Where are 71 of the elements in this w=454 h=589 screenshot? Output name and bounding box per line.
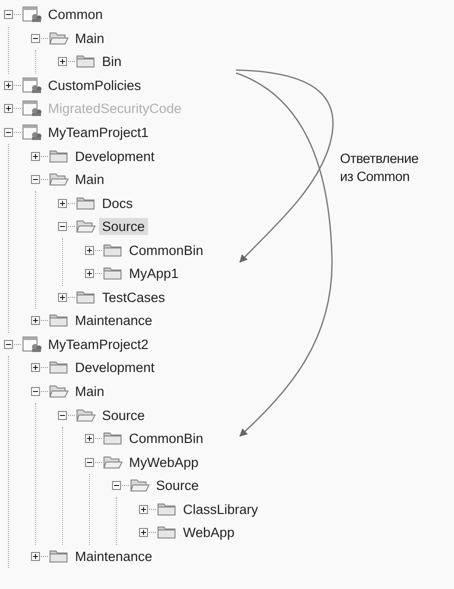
- tree-item[interactable]: MyTeamProject2: [45, 336, 152, 353]
- folder-icon: [103, 431, 123, 446]
- collapse-icon[interactable]: [31, 175, 40, 184]
- expand-icon[interactable]: [31, 552, 40, 561]
- tree-item[interactable]: Source: [99, 218, 148, 236]
- project-icon: [22, 6, 42, 24]
- open-folder-icon: [49, 384, 69, 400]
- collapse-icon[interactable]: [31, 34, 40, 43]
- annotation-text: Ответвление из Common: [340, 150, 418, 186]
- expand-icon[interactable]: [58, 292, 67, 302]
- open-folder-icon: [49, 30, 69, 46]
- tree-item[interactable]: Main: [72, 383, 108, 400]
- project-icon: [22, 336, 42, 353]
- folder-icon: [157, 502, 177, 517]
- expand-icon[interactable]: [58, 57, 67, 66]
- tree-item[interactable]: MyWebApp: [126, 454, 202, 471]
- project-icon: [22, 100, 42, 118]
- folder-icon: [49, 360, 69, 376]
- expand-icon[interactable]: [4, 80, 13, 90]
- tree-item[interactable]: CustomPolicies: [45, 76, 144, 94]
- tree-item[interactable]: WebApp: [180, 524, 238, 542]
- tree-item[interactable]: MyTeamProject1: [45, 124, 152, 141]
- tree-item[interactable]: Maintenance: [72, 548, 156, 565]
- open-folder-icon: [76, 219, 96, 234]
- tree-item[interactable]: ClassLibrary: [180, 500, 262, 518]
- folder-icon: [49, 548, 69, 564]
- open-folder-icon: [76, 408, 96, 423]
- tree-item[interactable]: Source: [99, 406, 148, 424]
- tree-item[interactable]: Development: [72, 359, 158, 376]
- expand-icon[interactable]: [85, 246, 94, 255]
- open-folder-icon: [103, 454, 123, 470]
- folder-icon: [103, 242, 123, 258]
- folder-icon: [103, 266, 123, 282]
- open-folder-icon: [130, 478, 150, 494]
- folder-icon: [76, 196, 96, 211]
- open-folder-icon: [49, 172, 69, 188]
- project-icon: [22, 124, 42, 141]
- collapse-icon[interactable]: [58, 410, 67, 420]
- folder-icon: [157, 525, 177, 540]
- expand-icon[interactable]: [139, 528, 148, 538]
- expand-icon[interactable]: [139, 504, 148, 514]
- tree-item[interactable]: Bin: [99, 53, 125, 70]
- collapse-icon[interactable]: [4, 128, 13, 137]
- collapse-icon[interactable]: [58, 222, 67, 232]
- tree-item[interactable]: Source: [153, 477, 202, 494]
- tree-item[interactable]: Development: [72, 148, 158, 165]
- tree-item[interactable]: Main: [72, 30, 108, 47]
- tree-item[interactable]: CommonBin: [126, 242, 206, 259]
- tree-item[interactable]: MyApp1: [126, 265, 182, 282]
- tree-item[interactable]: CommonBin: [126, 430, 206, 448]
- collapse-icon[interactable]: [31, 387, 40, 396]
- folder-icon: [76, 54, 96, 70]
- folder-icon: [49, 313, 69, 328]
- tree-item[interactable]: Maintenance: [72, 312, 156, 330]
- collapse-icon[interactable]: [4, 340, 13, 349]
- expand-icon[interactable]: [31, 363, 40, 372]
- expand-icon[interactable]: [58, 198, 67, 208]
- tree-item[interactable]: Common: [45, 6, 106, 24]
- expand-icon[interactable]: [31, 152, 40, 161]
- folder-icon: [49, 148, 69, 164]
- expand-icon[interactable]: [85, 434, 94, 444]
- collapse-icon[interactable]: [112, 481, 121, 490]
- tree-item[interactable]: TestCases: [99, 288, 168, 306]
- tree-item[interactable]: Docs: [99, 194, 136, 212]
- expand-icon[interactable]: [85, 269, 94, 278]
- project-icon: [22, 76, 42, 94]
- collapse-icon[interactable]: [4, 10, 13, 20]
- collapse-icon[interactable]: [85, 458, 94, 467]
- tree-item[interactable]: Main: [72, 171, 108, 188]
- folder-icon: [76, 290, 96, 305]
- expand-icon[interactable]: [31, 316, 40, 326]
